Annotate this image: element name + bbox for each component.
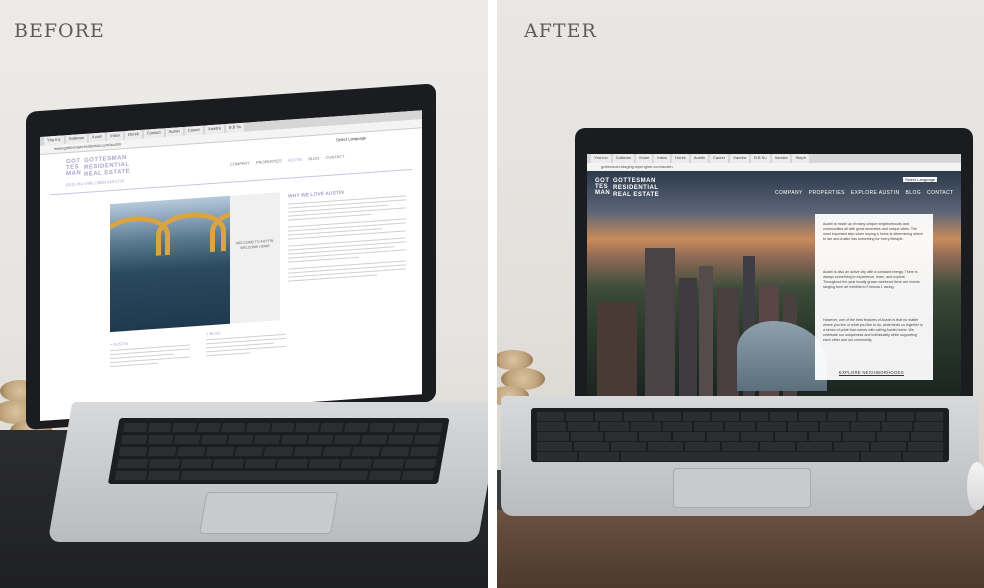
nav-company[interactable]: COMPANY: [775, 190, 803, 196]
after-label: AFTER: [524, 20, 597, 42]
after-laptop: Yha Inc Gottman Xoom Inbox Derek Austin …: [497, 128, 984, 528]
logo-text: GOTTESMAN RESIDENTIAL REAL ESTATE: [613, 178, 660, 198]
austin-excerpt: [110, 344, 190, 370]
before-panel: BEFORE Yha Inc Gottman Xoom Inbox Derek …: [0, 0, 488, 588]
keyboard: [531, 408, 949, 462]
logo-mark: GOT TES MAN: [66, 158, 82, 178]
nav-company[interactable]: COMPANY: [230, 160, 250, 166]
welcome-side-panel: [230, 192, 280, 324]
panel-divider: [488, 0, 497, 588]
before-laptop: Yha Inc Gottman Xoom Inbox Derek Contact…: [20, 83, 488, 572]
intro-paragraph: However, one of the best features of Aus…: [823, 318, 923, 342]
intro-paragraph: Austin is made up of many unique neighbo…: [823, 222, 923, 241]
austin-subheading: + AUSTIN: [110, 340, 128, 348]
browser-tab-bar: Yha Inc Gottman Xoom Inbox Derek Austin …: [587, 154, 961, 163]
nav-properties[interactable]: PROPERTIES: [256, 158, 282, 165]
nav-austin[interactable]: AUSTIN: [288, 157, 303, 163]
browser-tab[interactable]: Xandra: [771, 154, 791, 163]
laptop-base: [47, 402, 488, 542]
intro-paragraph: Austin is also an active city with a con…: [823, 270, 920, 289]
logo-text: GOTTESMAN RESIDENTIAL REAL ESTATE: [84, 154, 131, 178]
browser-tab[interactable]: Yha Inc: [591, 154, 611, 163]
browser-tab[interactable]: B.B Su: [751, 154, 770, 163]
bridge-rowing-photo: [110, 195, 230, 333]
nav-blog[interactable]: BLOG: [308, 155, 319, 161]
nav-explore-austin[interactable]: EXPLORE AUSTIN: [851, 190, 900, 196]
logo-mark: GOT TES MAN: [595, 178, 611, 196]
mouse: [967, 462, 984, 510]
browser-tab[interactable]: Steph: [792, 154, 809, 163]
browser-tab[interactable]: Xoom: [635, 154, 653, 163]
page-heading: WHY WE LOVE AUSTIN: [288, 189, 344, 200]
after-panel: AFTER Yha Inc Gottman Xoom Inbox Derek A…: [497, 0, 984, 588]
nav-blog[interactable]: BLOG: [906, 190, 922, 196]
select-language[interactable]: Select Language: [336, 135, 366, 142]
browser-tab[interactable]: Gottman: [612, 154, 634, 163]
browser-tab[interactable]: Inbox: [654, 154, 671, 163]
intro-card: Austin is made up of many unique neighbo…: [815, 214, 933, 380]
body-text: [288, 195, 406, 284]
browser-tab[interactable]: Austin: [690, 154, 708, 163]
before-label: BEFORE: [14, 20, 105, 42]
browser-tab[interactable]: Derek: [672, 154, 689, 163]
main-nav: COMPANY PROPERTIES AUSTIN BLOG CONTACT: [230, 154, 345, 167]
nav-contact[interactable]: CONTACT: [325, 154, 344, 160]
laptop-screen-bezel: Yha Inc Gottman Xoom Inbox Derek Austin …: [575, 128, 973, 408]
blog-subheading: + BLOG: [206, 330, 221, 337]
laptop-base: [501, 396, 979, 516]
nav-contact[interactable]: CONTACT: [927, 190, 954, 196]
laptop-screen-bezel: Yha Inc Gottman Xoom Inbox Derek Contact…: [26, 83, 436, 430]
trackpad: [673, 468, 811, 508]
keyboard: [107, 418, 450, 484]
browser-window: Yha Inc Gottman Xoom Inbox Derek Austin …: [587, 154, 961, 398]
trackpad: [199, 492, 339, 534]
nav-properties[interactable]: PROPERTIES: [809, 190, 845, 196]
browser-tab[interactable]: Xandra: [730, 154, 750, 163]
select-language[interactable]: Select Language: [903, 177, 938, 182]
main-nav: COMPANY PROPERTIES EXPLORE AUSTIN BLOG C…: [775, 190, 954, 196]
browser-tab[interactable]: Career: [709, 154, 729, 163]
phone-numbers: (512) 451-1466 | (888) 428-1736: [66, 178, 124, 188]
blog-excerpt: [206, 333, 286, 359]
explore-neighborhoods-link[interactable]: EXPLORE NEIGHBORHOODS: [839, 370, 904, 376]
browser-window: Yha Inc Gottman Xoom Inbox Derek Contact…: [40, 110, 422, 422]
